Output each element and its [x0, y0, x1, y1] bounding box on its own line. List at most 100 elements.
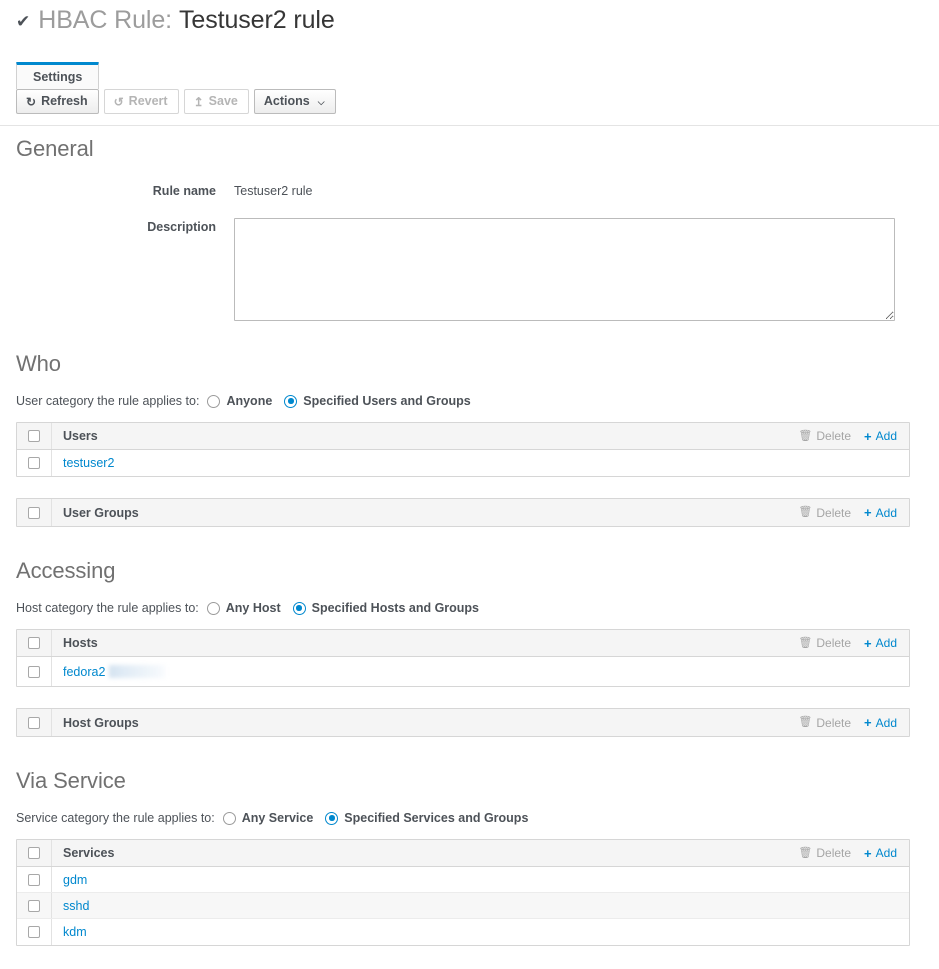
radio-specified-hosts-and-groups[interactable]: Specified Hosts and Groups: [292, 601, 479, 615]
radio-anyone-control[interactable]: [207, 394, 221, 408]
redacted-domain-blur: [109, 665, 166, 678]
radio-specified-services-and-groups[interactable]: Specified Services and Groups: [325, 811, 528, 825]
table-services-row-checkbox-cell: [17, 893, 52, 918]
table-users-select-all-checkbox[interactable]: [28, 430, 40, 442]
table-user-groups-delete-label: Delete: [816, 505, 852, 520]
table-users-delete-label: Delete: [816, 429, 852, 443]
save-button-label: Save: [208, 94, 238, 108]
table-host-groups-select-all-checkbox[interactable]: [28, 716, 40, 729]
table-users-row-checkbox-cell: [17, 450, 52, 476]
table-user-groups-select-all-cell: [17, 499, 52, 526]
actions-dropdown-button[interactable]: Actions ⌵: [253, 89, 336, 114]
table-row: testuser2: [17, 450, 909, 476]
table-user-groups-add-button[interactable]: + Add: [864, 506, 897, 520]
field-description: Description: [16, 218, 923, 321]
table-host-groups-actions: 🗑 Delete + Add: [798, 716, 909, 730]
field-rule-name: Rule name Testuser2 rule: [16, 184, 923, 198]
table-services-add-button[interactable]: + Add: [864, 846, 897, 860]
table-users-add-button[interactable]: + Add: [864, 429, 897, 443]
table-row: sshd: [17, 893, 909, 919]
save-upload-icon: ↥: [193, 94, 204, 109]
table-users-title: Users: [63, 429, 98, 443]
table-host-groups-title: Host Groups: [63, 715, 139, 730]
table-services-row-link[interactable]: kdm: [52, 925, 909, 939]
description-label: Description: [147, 220, 216, 234]
tab-strip: Settings: [0, 62, 939, 89]
table-services-delete-label: Delete: [816, 846, 852, 860]
host-category-prompt: Host category the rule applies to:: [16, 601, 199, 615]
table-user-groups-select-all-checkbox[interactable]: [28, 506, 40, 519]
table-user-groups-actions: 🗑 Delete + Add: [798, 506, 909, 520]
rule-name-label: Rule name: [152, 184, 216, 198]
refresh-button[interactable]: ↻ Refresh: [16, 89, 99, 114]
toolbar-divider: [0, 125, 939, 126]
table-users-row-checkbox[interactable]: [28, 457, 40, 469]
refresh-icon: ↻: [26, 94, 37, 109]
table-host-groups-delete-label: Delete: [816, 715, 852, 730]
table-users-delete-button[interactable]: 🗑 Delete: [798, 429, 851, 443]
table-services-row-link[interactable]: sshd: [52, 899, 909, 913]
revert-button-label: Revert: [128, 94, 168, 108]
host-category-row: Host category the rule applies to: Any H…: [16, 601, 923, 615]
table-row: gdm: [17, 867, 909, 893]
table-services-header: Services 🗑 Delete + Add: [17, 840, 909, 867]
check-icon: ✔: [16, 12, 31, 31]
radio-anyone[interactable]: Anyone: [207, 394, 272, 408]
user-category-prompt: User category the rule applies to:: [16, 394, 200, 408]
radio-any-service-control[interactable]: [222, 811, 236, 825]
table-services-select-all-checkbox[interactable]: [28, 847, 40, 859]
table-user-groups-add-label: Add: [875, 505, 897, 520]
table-host-groups-add-button[interactable]: + Add: [864, 716, 897, 730]
radio-anyone-label: Anyone: [226, 394, 273, 408]
tab-settings[interactable]: Settings: [16, 62, 100, 89]
page-title: ✔ HBAC Rule: Testuser2 rule: [0, 0, 939, 40]
table-user-groups-delete-button[interactable]: 🗑 Delete: [798, 506, 851, 520]
table-host-groups: Host Groups 🗑 Delete + Add: [16, 708, 910, 737]
table-hosts: Hosts 🗑 Delete + Add fedora2: [16, 629, 910, 687]
service-category-prompt: Service category the rule applies to:: [16, 811, 215, 825]
radio-specified-users-and-groups-control[interactable]: [284, 394, 298, 408]
table-user-groups-header: User Groups 🗑 Delete + Add: [17, 499, 909, 526]
revert-icon: ↺: [113, 94, 124, 109]
table-hosts-header: Hosts 🗑 Delete + Add: [17, 630, 909, 657]
table-user-groups-title: User Groups: [63, 505, 139, 520]
description-textarea[interactable]: [234, 218, 895, 321]
table-users-header: Users 🗑 Delete + Add: [17, 423, 909, 450]
radio-any-service[interactable]: Any Service: [222, 811, 314, 825]
radio-any-service-label: Any Service: [241, 811, 314, 825]
table-host-groups-delete-button[interactable]: 🗑 Delete: [798, 716, 851, 730]
table-hosts-row-link[interactable]: fedora2: [52, 665, 909, 679]
table-services-row-checkbox[interactable]: [28, 926, 40, 938]
radio-specified-hosts-and-groups-control[interactable]: [292, 601, 306, 615]
table-host-groups-header: Host Groups 🗑 Delete + Add: [17, 709, 909, 736]
table-services-row-checkbox[interactable]: [28, 899, 40, 912]
table-services-row-link[interactable]: gdm: [52, 873, 909, 887]
revert-button[interactable]: ↺ Revert: [103, 89, 179, 114]
trash-icon: 🗑: [798, 506, 813, 518]
actions-button-label: Actions: [263, 94, 310, 108]
table-row: kdm: [17, 919, 909, 945]
table-services-actions: 🗑 Delete + Add: [798, 846, 909, 860]
radio-any-host[interactable]: Any Host: [206, 601, 281, 615]
table-services: Services 🗑 Delete + Add gdm sshd kdm: [16, 839, 910, 946]
table-users-add-label: Add: [875, 429, 897, 443]
table-services-row-checkbox-cell: [17, 919, 52, 945]
section-heading-general: General: [16, 136, 94, 161]
plus-icon: +: [864, 505, 872, 520]
table-hosts-select-all-checkbox[interactable]: [28, 637, 40, 649]
radio-any-host-control[interactable]: [206, 601, 220, 615]
table-services-row-checkbox[interactable]: [28, 873, 40, 886]
table-hosts-delete-button[interactable]: 🗑 Delete: [798, 636, 851, 650]
table-hosts-row-checkbox[interactable]: [28, 665, 40, 678]
table-hosts-add-button[interactable]: + Add: [864, 636, 897, 650]
table-hosts-select-all-cell: [17, 630, 52, 656]
save-button[interactable]: ↥ Save: [183, 89, 249, 114]
table-services-row-checkbox-cell: [17, 867, 52, 892]
table-services-delete-button[interactable]: 🗑 Delete: [798, 846, 851, 860]
table-users-row-link[interactable]: testuser2: [52, 456, 909, 470]
table-services-add-label: Add: [875, 846, 897, 860]
section-heading-accessing: Accessing: [16, 558, 116, 583]
radio-specified-services-and-groups-control[interactable]: [325, 811, 339, 825]
trash-icon: 🗑: [798, 429, 813, 442]
radio-specified-users-and-groups[interactable]: Specified Users and Groups: [284, 394, 471, 408]
